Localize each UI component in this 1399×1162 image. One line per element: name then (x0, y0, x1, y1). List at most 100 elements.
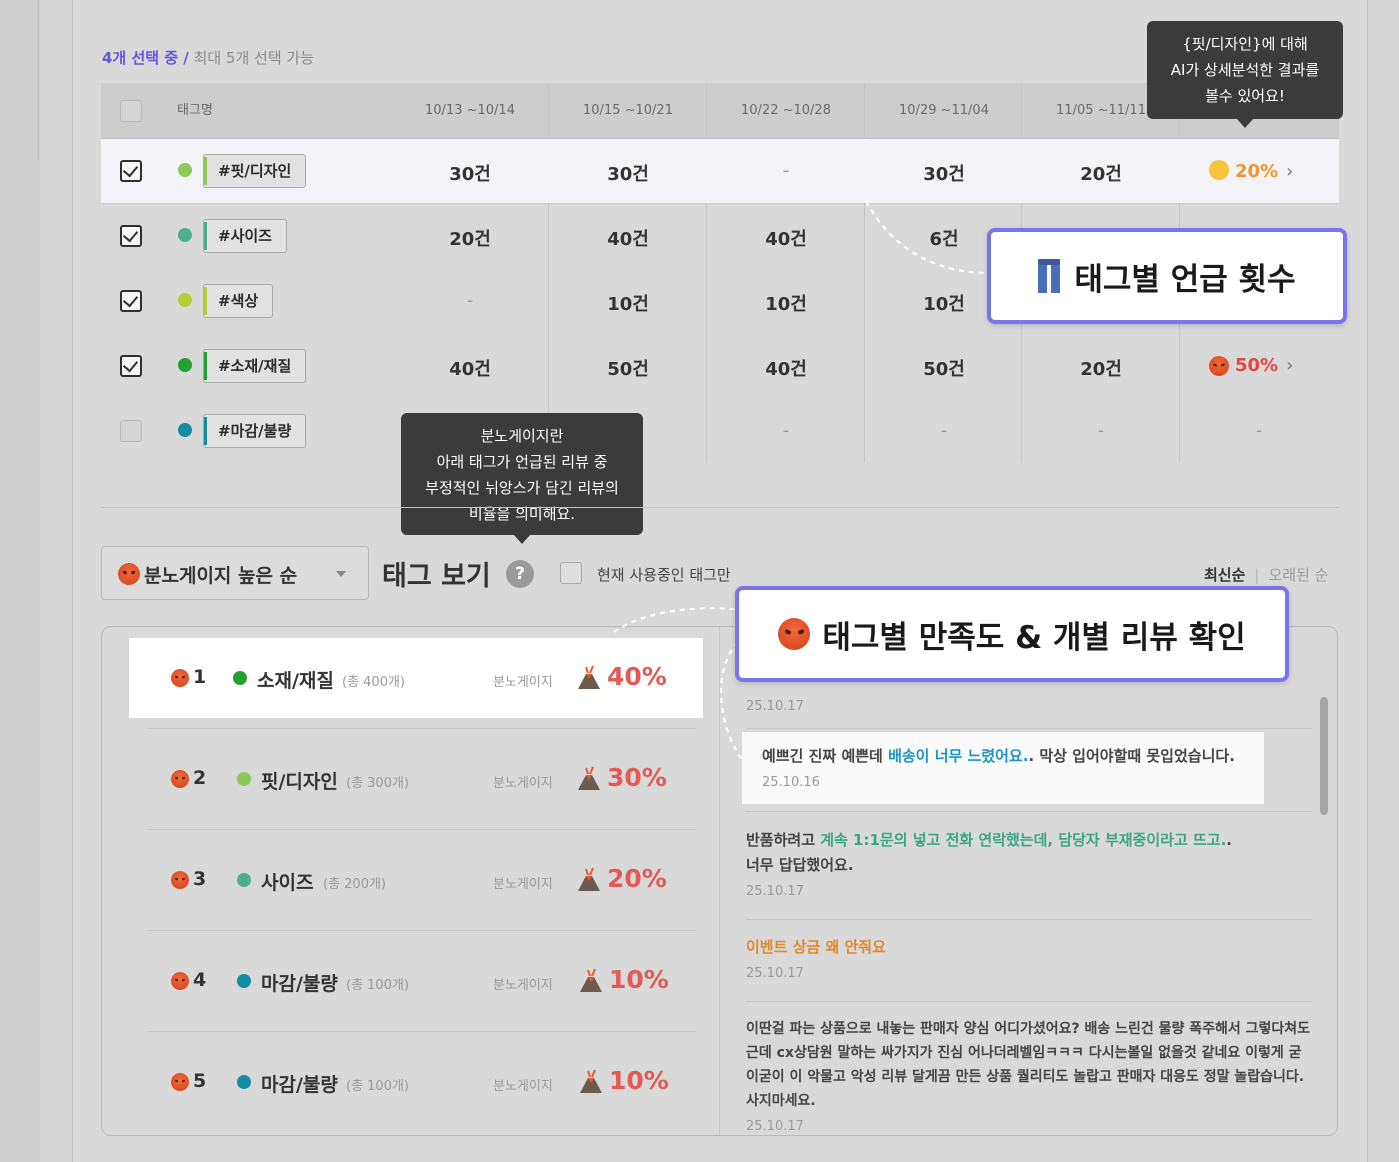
table-row-finish[interactable]: #마감/불량 - - - - (101, 399, 1339, 464)
review-highlight: 배송이 너무 느렸어요. (888, 747, 1029, 765)
sort-latest-button[interactable]: 최신순 (1204, 566, 1245, 584)
only-current-tags-checkbox[interactable] (560, 562, 582, 584)
review-item[interactable]: 반품하려고 계속 1:1문의 넣고 전화 연락했는데, 담당자 부재중이라고 뜨… (746, 828, 1312, 899)
angry-face-icon (171, 871, 189, 889)
tag-chip[interactable]: #사이즈 (203, 219, 287, 253)
tag-color-dot (178, 293, 192, 307)
review-text-line: 너무 답답했어요. (746, 856, 854, 874)
angry-face-icon (778, 618, 811, 650)
review-scrollbar[interactable] (1320, 697, 1328, 815)
rank-percent: 10% (609, 1066, 669, 1095)
mention-cell: 40건 (449, 359, 491, 380)
sort-dropdown[interactable]: 분노게이지 높은 순 (101, 546, 369, 600)
review-item[interactable]: 이벤트 상금 왜 안줘요 25.10.17 (746, 935, 1312, 981)
rank-number: 4 (193, 969, 207, 991)
review-text: 예쁘긴 진짜 예쁜데 배송이 너무 느렸어요.. 막상 입어야할때 못입었습니다… (762, 744, 1282, 769)
volcano-icon (580, 968, 602, 992)
rate-value: 50% (1235, 355, 1279, 376)
tag-chip-label: #핏/디자인 (218, 162, 292, 180)
volcano-icon (580, 1069, 602, 1093)
tag-view-title: 태그 보기 (382, 561, 491, 592)
review-date: 25.10.16 (762, 775, 820, 790)
col-week-3: 10/22 ~10/28 (741, 103, 831, 118)
mention-cell: 40건 (765, 229, 807, 250)
ai-analysis-tooltip: {핏/디자인}에 대해 AI가 상세분석한 결과를 볼수 있어요! (1147, 21, 1343, 128)
mention-cell: 10건 (607, 294, 649, 315)
rank-tag-name: 핏/디자인 (261, 771, 338, 793)
tooltip-line: 볼수 있어요! (1205, 87, 1285, 105)
chevron-right-icon: › (1286, 355, 1294, 376)
row-checkbox[interactable] (120, 225, 142, 247)
review-highlight: 계속 1:1문의 넣고 전화 연락했는데, 담당자 부재중이라고 뜨고. (820, 831, 1227, 849)
tag-chip-label: #마감/불량 (218, 422, 292, 440)
callout-connector (865, 200, 991, 274)
tag-color-dot (178, 163, 192, 177)
mention-cell: - (466, 290, 474, 311)
gauge-label: 분노게이지 (493, 1079, 553, 1094)
tooltip-arrow (1237, 119, 1253, 128)
ranking-item[interactable]: 3 사이즈 (총 200개) 분노게이지 20% (102, 830, 719, 930)
tag-color-dot (178, 228, 192, 242)
review-text-part: 예쁘긴 진짜 예쁜데 (762, 747, 889, 765)
col-week-2: 10/15 ~10/21 (583, 103, 673, 118)
tag-chip-label: #소재/재질 (218, 357, 292, 375)
angry-face-icon (1209, 356, 1229, 376)
tooltip-line: 부정적인 뉘앙스가 담긴 리뷰의 (425, 479, 619, 497)
only-current-tags-label: 현재 사용중인 태그만 (597, 566, 731, 584)
review-item[interactable]: 예쁘긴 진짜 예쁜데 배송이 너무 느렸어요.. 막상 입어야할때 못입었습니다… (762, 744, 1282, 790)
table-row-fit-design[interactable]: #핏/디자인 30건 30건 - 30건 20건 20% › (101, 139, 1339, 204)
row-checkbox[interactable] (120, 355, 142, 377)
review-text-part: . 막상 입어야할때 못입었습니다. (1028, 747, 1235, 765)
tag-chip-bar (204, 222, 207, 250)
chevron-down-icon (336, 571, 346, 577)
review-text: 반품하려고 계속 1:1문의 넣고 전화 연락했는데, 담당자 부재중이라고 뜨… (746, 828, 1312, 853)
mention-cell: 30건 (449, 164, 491, 185)
rank-total: (총 400개) (342, 675, 406, 690)
tag-chip-bar (204, 157, 207, 185)
tag-chip[interactable]: #소재/재질 (203, 349, 307, 383)
sort-dropdown-label: 분노게이지 높은 순 (144, 565, 298, 587)
tooltip-line: AI가 상세분석한 결과를 (1170, 61, 1320, 79)
row-checkbox[interactable] (120, 160, 142, 182)
tag-color-dot (178, 423, 192, 437)
mention-cell: - (782, 420, 790, 441)
ai-analysis-link[interactable]: 20% › (1209, 160, 1293, 182)
rank-number: 5 (193, 1070, 207, 1092)
tooltip-line: 분노게이지란 (480, 427, 564, 445)
select-all-checkbox[interactable] (120, 100, 142, 122)
review-text: 이딴걸 파는 상품으로 내놓는 판매자 양심 어디가셨어요? 배송 느린건 물량… (746, 1021, 1311, 1109)
mention-cell: 10건 (765, 294, 807, 315)
review-text-part: 반품하려고 (746, 831, 821, 849)
review-sort: 최신순 | 오래된 순 (1204, 564, 1328, 585)
row-checkbox[interactable] (120, 420, 142, 442)
review-divider (746, 728, 1312, 729)
rate-value: 20% (1235, 161, 1279, 182)
rank-number: 1 (193, 666, 207, 688)
review-list: 25.10.17 예쁘긴 진짜 예쁜데 배송이 너무 느렸어요.. 막상 입어야… (720, 627, 1320, 1135)
review-divider (746, 919, 1312, 920)
callout-satisfaction: 태그별 만족도 & 개별 리뷰 확인 (735, 586, 1289, 682)
side-rail-edge (38, 0, 39, 160)
ai-analysis-link[interactable]: 50% › (1209, 355, 1293, 376)
ranking-item[interactable]: 5 마감/불량 (총 100개) 분노게이지 10% (102, 1032, 719, 1132)
gauge-label: 분노게이지 (493, 776, 553, 791)
tooltip-line: {핏/디자인}에 대해 (1182, 35, 1308, 53)
review-item[interactable]: 이딴걸 파는 상품으로 내놓는 판매자 양심 어디가셨어요? 배송 느린건 물량… (746, 1017, 1312, 1134)
sort-oldest-button[interactable]: 오래된 순 (1268, 566, 1328, 584)
rank-tag-name: 마감/불량 (261, 973, 338, 995)
tag-chip-bar (204, 352, 207, 380)
tag-chip[interactable]: #마감/불량 (203, 414, 307, 448)
table-row-material[interactable]: #소재/재질 40건 50건 40건 50건 20건 50% › (101, 334, 1339, 399)
ranking-item[interactable]: 4 마감/불량 (총 100개) 분노게이지 10% (102, 931, 719, 1031)
row-checkbox[interactable] (120, 290, 142, 312)
tag-color-dot (237, 974, 251, 988)
help-icon[interactable]: ? (506, 560, 534, 588)
tag-color-dot (233, 671, 247, 685)
tag-chip[interactable]: #핏/디자인 (203, 154, 307, 188)
tag-chip-bar (204, 417, 207, 445)
sort-divider: | (1254, 566, 1260, 584)
callout-connector (613, 607, 745, 763)
review-item[interactable]: 25.10.17 (746, 693, 1312, 714)
col-week-1: 10/13 ~10/14 (425, 103, 515, 118)
tag-chip[interactable]: #색상 (203, 284, 274, 318)
